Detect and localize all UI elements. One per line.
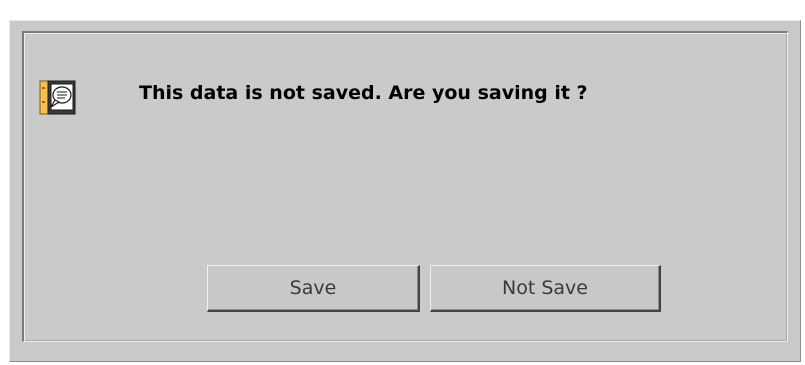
confirm-dialog: This data is not saved. Are you saving i… [9,20,801,362]
dialog-content-frame: This data is not saved. Are you saving i… [22,31,788,342]
message-document-icon [39,80,76,115]
save-button[interactable]: Save [207,265,420,312]
dialog-message: This data is not saved. Are you saving i… [139,82,588,104]
not-save-button[interactable]: Not Save [430,265,661,312]
